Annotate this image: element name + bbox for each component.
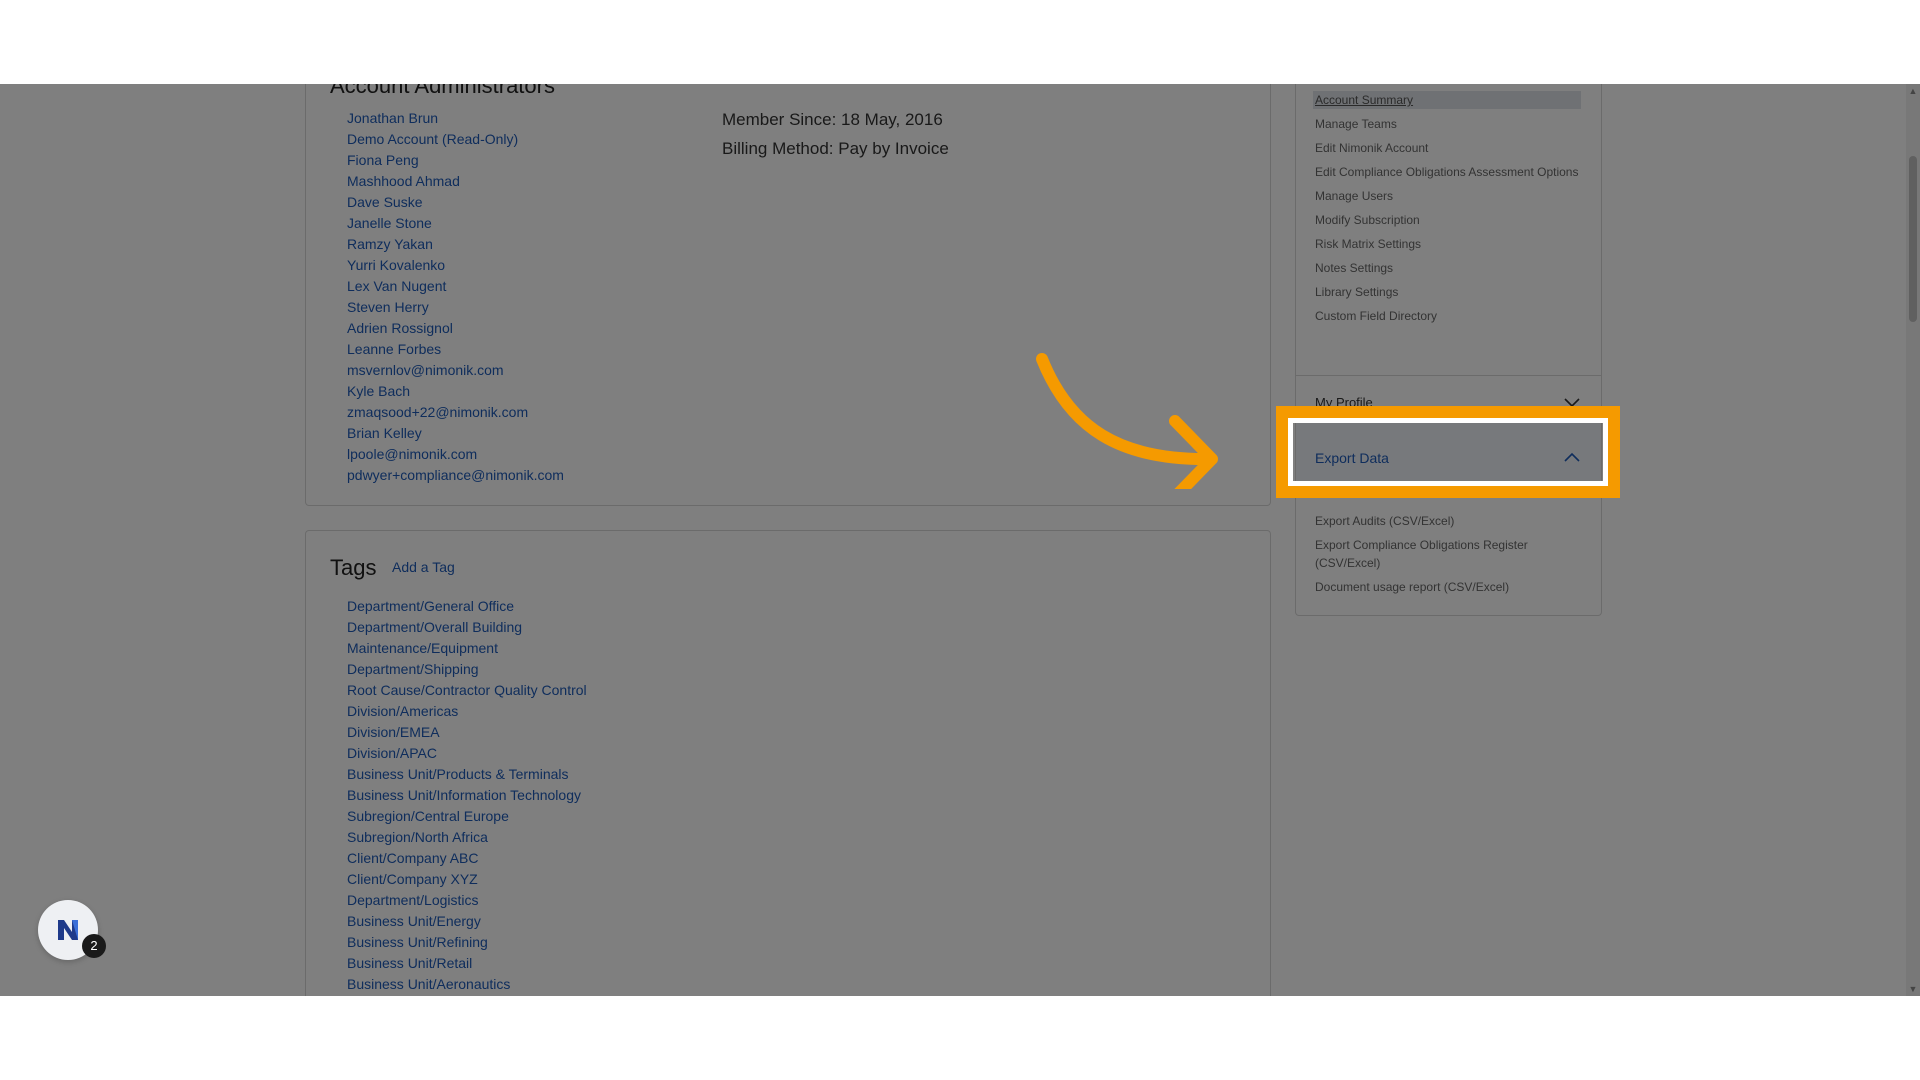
pointer-arrow-icon [1036,353,1218,489]
page-scrollbar[interactable]: ▲ ▼ [1906,84,1920,996]
settings-sidebar: Account Summary Manage Teams Edit Nimoni… [1295,84,1602,616]
tag-link[interactable]: Department/Overall Building [347,617,587,638]
tag-link[interactable]: Division/APAC [347,743,587,764]
export-menu: Export Audits (CSV/Excel) Export Complia… [1315,512,1581,602]
tag-link[interactable]: Business Unit/Aeronautics [347,974,587,995]
tag-link[interactable]: Client/Company ABC [347,848,587,869]
account-meta: Member Since: 18 May, 2016 Billing Metho… [722,105,949,163]
tag-link[interactable]: Department/Logistics [347,890,587,911]
tag-link[interactable]: Business Unit/Products & Terminals [347,764,587,785]
scroll-up-icon[interactable]: ▲ [1908,86,1918,96]
admins-list: Jonathan Brun Demo Account (Read-Only) F… [347,108,564,486]
scrollbar-thumb[interactable] [1909,156,1917,322]
tag-link[interactable]: Business Unit/Refining [347,932,587,953]
logo-mark-icon [58,920,78,940]
menu-edit-account[interactable]: Edit Nimonik Account [1315,139,1581,157]
tag-link[interactable]: Business Unit/Retail [347,953,587,974]
admin-link[interactable]: Brian Kelley [347,423,564,444]
admin-link[interactable]: Leanne Forbes [347,339,564,360]
tag-link[interactable]: Root Cause/Contractor Quality Control [347,680,587,701]
admin-link[interactable]: Mashhood Ahmad [347,171,564,192]
tag-link[interactable]: Department/General Office [347,596,587,617]
top-band [0,0,1920,84]
tags-list: Department/General Office Department/Ove… [347,596,587,995]
menu-export-audits[interactable]: Export Audits (CSV/Excel) [1315,512,1581,530]
admin-link[interactable]: Lex Van Nugent [347,276,564,297]
admin-link[interactable]: zmaqsood+22@nimonik.com [347,402,564,423]
admin-link[interactable]: Janelle Stone [347,213,564,234]
tag-link[interactable]: Subregion/Central Europe [347,806,587,827]
scroll-down-icon[interactable]: ▼ [1908,984,1918,994]
menu-library-settings[interactable]: Library Settings [1315,283,1581,301]
notification-badge: 2 [82,934,106,958]
admin-link[interactable]: msvernlov@nimonik.com [347,360,564,381]
bottom-band [0,996,1920,1080]
member-since: Member Since: 18 May, 2016 [722,110,943,129]
tag-link[interactable]: Subregion/North Africa [347,827,587,848]
menu-manage-users[interactable]: Manage Users [1315,187,1581,205]
menu-edit-compliance-options[interactable]: Edit Compliance Obligations Assessment O… [1315,163,1581,181]
admin-link[interactable]: Steven Herry [347,297,564,318]
admin-link[interactable]: Dave Suske [347,192,564,213]
tag-link[interactable]: Business Unit/Energy [347,911,587,932]
admin-link[interactable]: pdwyer+compliance@nimonik.com [347,465,564,486]
tags-card: Tags Add a Tag Department/General Office… [305,530,1271,996]
menu-modify-subscription[interactable]: Modify Subscription [1315,211,1581,229]
admin-link[interactable]: Fiona Peng [347,150,564,171]
tag-link[interactable]: Client/Company XYZ [347,869,587,890]
admin-link[interactable]: Yurri Kovalenko [347,255,564,276]
billing-method: Billing Method: Pay by Invoice [722,139,949,158]
admin-link[interactable]: Adrien Rossignol [347,318,564,339]
menu-export-compliance-register[interactable]: Export Compliance Obligations Register (… [1315,536,1581,572]
support-widget[interactable]: 2 [38,900,106,964]
tags-title: Tags [330,555,377,580]
sidebar-divider [1296,375,1601,376]
menu-notes-settings[interactable]: Notes Settings [1315,259,1581,277]
admins-title: Account Administrators [330,84,555,98]
admin-link[interactable]: Demo Account (Read-Only) [347,129,564,150]
tag-link[interactable]: Maintenance/Equipment [347,638,587,659]
tag-link[interactable]: Business Unit/Information Technology [347,785,587,806]
tag-link[interactable]: Division/EMEA [347,722,587,743]
highlight-inner-border [1288,418,1608,486]
page-viewport: Account Administrators Jonathan Brun Dem… [0,84,1920,996]
menu-custom-field-directory[interactable]: Custom Field Directory [1315,307,1581,325]
menu-account-summary[interactable]: Account Summary [1313,91,1581,109]
menu-document-usage-report[interactable]: Document usage report (CSV/Excel) [1315,578,1581,596]
admin-link[interactable]: Jonathan Brun [347,108,564,129]
add-tag-link[interactable]: Add a Tag [392,559,455,575]
menu-manage-teams[interactable]: Manage Teams [1315,115,1581,133]
tag-link[interactable]: Division/Americas [347,701,587,722]
account-menu: Account Summary Manage Teams Edit Nimoni… [1313,91,1581,331]
menu-risk-matrix-settings[interactable]: Risk Matrix Settings [1315,235,1581,253]
admin-link[interactable]: lpoole@nimonik.com [347,444,564,465]
admin-link[interactable]: Ramzy Yakan [347,234,564,255]
admin-link[interactable]: Kyle Bach [347,381,564,402]
tag-link[interactable]: Department/Shipping [347,659,587,680]
